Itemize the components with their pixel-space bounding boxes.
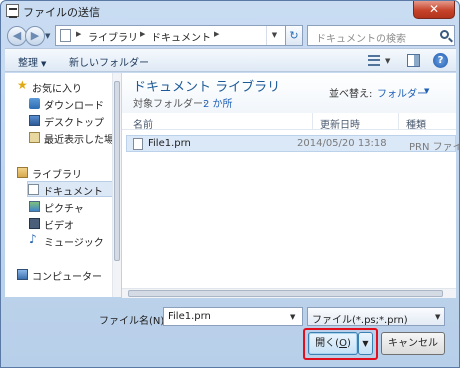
refresh-button[interactable]: ↻: [285, 25, 303, 46]
open-options-dropdown[interactable]: ▼: [358, 332, 373, 355]
horizontal-scrollbar[interactable]: [122, 288, 456, 298]
column-type[interactable]: 種類: [406, 116, 426, 131]
address-bar[interactable]: ▶ ライブラリ ▶ ドキュメント ▶ ▼: [55, 25, 303, 46]
file-name: File1.prn: [148, 138, 191, 149]
view-dropdown[interactable]: ▼: [385, 57, 390, 65]
search-input[interactable]: ドキュメントの検索: [316, 30, 406, 45]
search-icon: [440, 30, 449, 39]
column-divider[interactable]: [312, 113, 313, 129]
filename-input[interactable]: File1.prn: [163, 307, 303, 326]
file-list-pane: ドキュメント ライブラリ 対象フォルダー: 2 か所 並べ替え: フォルダー ▼…: [122, 73, 460, 297]
filename-dropdown[interactable]: ▼: [290, 313, 295, 321]
search-box[interactable]: ドキュメントの検索: [307, 25, 455, 46]
file-send-dialog: ファイルの送信 ✕ ◀ ▶ ▼ ▶ ライブラリ ▶ ドキュメント ▶ ▼ ↻ ド…: [0, 0, 460, 368]
sidebar-item-computer[interactable]: コンピューター: [17, 267, 121, 283]
sidebar-scrollbar-thumb[interactable]: [114, 81, 120, 261]
videos-icon: [29, 218, 40, 229]
pictures-icon: [29, 201, 40, 212]
recent-pages-dropdown[interactable]: ▼: [45, 32, 50, 40]
sidebar-item-videos[interactable]: ビデオ: [29, 216, 121, 232]
cancel-button[interactable]: キャンセル: [381, 332, 445, 355]
chevron-right-icon[interactable]: ▶: [140, 30, 145, 38]
window-title: ファイルの送信: [23, 6, 100, 19]
desktop-icon: [29, 115, 40, 126]
horizontal-scrollbar-thumb[interactable]: [128, 290, 443, 297]
chevron-down-icon[interactable]: ▼: [435, 313, 440, 321]
app-icon: [6, 4, 19, 18]
chevron-right-icon[interactable]: ▶: [76, 30, 81, 38]
star-icon: ★: [17, 78, 28, 92]
library-subtitle: 対象フォルダー:: [133, 99, 207, 110]
downloads-folder-icon: [29, 98, 40, 109]
file-icon: [133, 138, 143, 150]
title-bar: ファイルの送信 ✕: [1, 1, 459, 21]
music-icon: ♪: [29, 232, 37, 246]
filetype-select[interactable]: ファイル(*.ps;*.prn): [307, 307, 445, 326]
computer-icon: [17, 269, 28, 280]
sidebar-item-downloads[interactable]: ダウンロード: [29, 96, 121, 112]
file-modified: 2014/05/20 13:18: [297, 138, 387, 149]
library-icon: [60, 29, 71, 42]
library-header: ドキュメント ライブラリ 対象フォルダー: 2 か所 並べ替え: フォルダー ▼: [122, 73, 456, 113]
file-type: PRN ファイル: [409, 142, 460, 153]
view-options-icon[interactable]: [368, 55, 380, 66]
sidebar-item-pictures[interactable]: ピクチャ: [29, 199, 121, 215]
address-history-dropdown[interactable]: ▼: [266, 26, 282, 45]
chevron-right-icon[interactable]: ▶: [214, 30, 219, 38]
sidebar-item-recent-places[interactable]: 最近表示した場所: [29, 130, 121, 146]
help-icon[interactable]: ?: [433, 53, 448, 68]
sidebar-item-desktop[interactable]: デスクトップ: [29, 113, 121, 129]
sidebar-item-libraries[interactable]: ライブラリ: [17, 165, 121, 181]
sort-label: 並べ替え:: [329, 89, 373, 100]
preview-pane-icon[interactable]: [407, 54, 420, 67]
sidebar-scrollbar[interactable]: [112, 73, 121, 297]
library-locations-link[interactable]: 2 か所: [203, 95, 233, 110]
new-folder-button[interactable]: 新しいフォルダー: [69, 54, 149, 69]
library-title: ドキュメント ライブラリ: [133, 80, 281, 95]
close-button[interactable]: ✕: [413, 1, 455, 19]
breadcrumb-documents[interactable]: ドキュメント: [151, 29, 211, 44]
forward-button[interactable]: ▶: [25, 26, 45, 46]
organize-button[interactable]: 整理 ▼: [18, 54, 46, 69]
column-name[interactable]: 名前: [133, 116, 153, 131]
sidebar-item-music[interactable]: ♪ ミュージック: [29, 232, 121, 249]
recent-places-icon: [29, 132, 40, 143]
column-header-row: 名前 更新日時 種類: [122, 113, 456, 131]
column-modified[interactable]: 更新日時: [320, 116, 360, 131]
command-bar: 整理 ▼ 新しいフォルダー ▼ ?: [5, 48, 456, 72]
table-row[interactable]: File1.prn 2014/05/20 13:18 PRN ファイル: [126, 135, 460, 153]
breadcrumb-libraries[interactable]: ライブラリ: [88, 29, 138, 44]
library-icon: [17, 167, 28, 178]
sidebar-item-documents[interactable]: ドキュメント: [27, 181, 121, 198]
sidebar-item-favorites[interactable]: ★ お気に入り: [17, 78, 121, 95]
back-button[interactable]: ◀: [7, 26, 27, 46]
documents-icon: [28, 184, 39, 195]
navigation-pane: ★ お気に入り ダウンロード デスクトップ 最近表示した場所 ライブラリ ドキュ…: [5, 73, 121, 297]
open-button[interactable]: 開く(O): [308, 332, 358, 355]
chevron-down-icon[interactable]: ▼: [424, 87, 429, 95]
filename-label: ファイル名(N):: [99, 316, 168, 327]
column-divider[interactable]: [398, 113, 399, 129]
sort-dropdown[interactable]: フォルダー: [377, 85, 427, 100]
